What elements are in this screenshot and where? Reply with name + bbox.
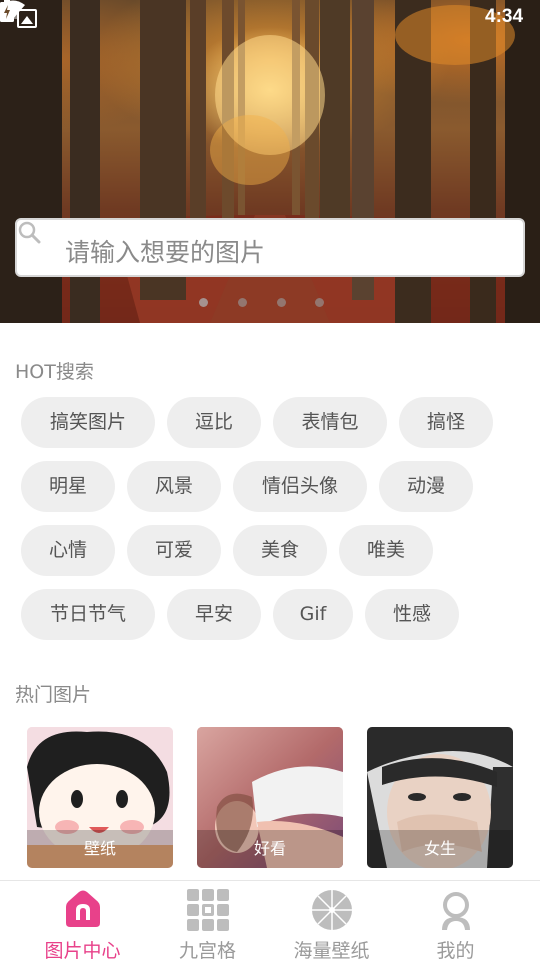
nav-label: 我的 bbox=[436, 940, 475, 960]
tag-button[interactable]: 早安 bbox=[167, 589, 261, 640]
tag-button[interactable]: 搞怪 bbox=[399, 397, 493, 448]
search-placeholder: 请输入想要的图片 bbox=[65, 238, 266, 267]
tag-button[interactable]: Gif bbox=[273, 589, 353, 640]
tag-button[interactable]: 明星 bbox=[21, 461, 115, 512]
hot-image-card[interactable]: 壁纸 bbox=[27, 727, 173, 868]
status-bar: 4:34 bbox=[0, 0, 540, 36]
tag-button[interactable]: 逗比 bbox=[167, 397, 261, 448]
nav-item-profile[interactable]: 我的 bbox=[388, 881, 523, 960]
search-input[interactable]: 请输入想要的图片 bbox=[15, 218, 525, 277]
carousel-indicator bbox=[0, 298, 540, 308]
tag-button[interactable]: 美食 bbox=[233, 525, 327, 576]
carousel-dot[interactable] bbox=[238, 298, 247, 307]
nav-item-grid[interactable]: 九宫格 bbox=[140, 881, 275, 960]
hot-image-card[interactable]: 女生 bbox=[367, 727, 513, 868]
tag-button[interactable]: 性感 bbox=[365, 589, 459, 640]
banner-carousel[interactable]: 4:34 请输入想要的图片 bbox=[0, 0, 540, 323]
home-icon bbox=[66, 890, 100, 927]
tag-button[interactable]: 节日节气 bbox=[21, 589, 155, 640]
tag-button[interactable]: 心情 bbox=[21, 525, 115, 576]
carousel-dot[interactable] bbox=[277, 298, 286, 307]
tag-button[interactable]: 动漫 bbox=[379, 461, 473, 512]
hot-image-caption: 女生 bbox=[367, 830, 513, 868]
tag-button[interactable]: 可爱 bbox=[127, 525, 221, 576]
battery-icon bbox=[0, 0, 14, 22]
carousel-dot[interactable] bbox=[199, 298, 208, 307]
nav-label: 海量壁纸 bbox=[293, 940, 370, 960]
hot-images-title: 热门图片 bbox=[15, 684, 92, 706]
hot-image-card[interactable]: 好看 bbox=[197, 727, 343, 868]
nav-item-image-center[interactable]: 图片中心 bbox=[15, 881, 150, 960]
nav-label: 图片中心 bbox=[44, 940, 121, 960]
status-time: 4:34 bbox=[485, 6, 524, 27]
search-icon bbox=[18, 221, 41, 244]
carousel-dot[interactable] bbox=[315, 298, 324, 307]
tag-button[interactable]: 表情包 bbox=[273, 397, 387, 448]
nav-label: 九宫格 bbox=[178, 940, 236, 960]
grid-icon bbox=[187, 889, 229, 931]
hot-search-title: HOT搜索 bbox=[15, 361, 94, 383]
nav-item-wallpapers[interactable]: 海量壁纸 bbox=[264, 881, 399, 960]
bottom-nav: 图片中心 九宫格 海量壁纸 我的 bbox=[0, 880, 540, 960]
profile-icon bbox=[442, 892, 470, 930]
hot-image-caption: 壁纸 bbox=[27, 830, 173, 868]
tag-button[interactable]: 搞笑图片 bbox=[21, 397, 155, 448]
umbrella-icon bbox=[312, 890, 352, 930]
tag-button[interactable]: 情侣头像 bbox=[233, 461, 367, 512]
tag-button[interactable]: 风景 bbox=[127, 461, 221, 512]
hot-image-caption: 好看 bbox=[197, 830, 343, 868]
tag-button[interactable]: 唯美 bbox=[339, 525, 433, 576]
